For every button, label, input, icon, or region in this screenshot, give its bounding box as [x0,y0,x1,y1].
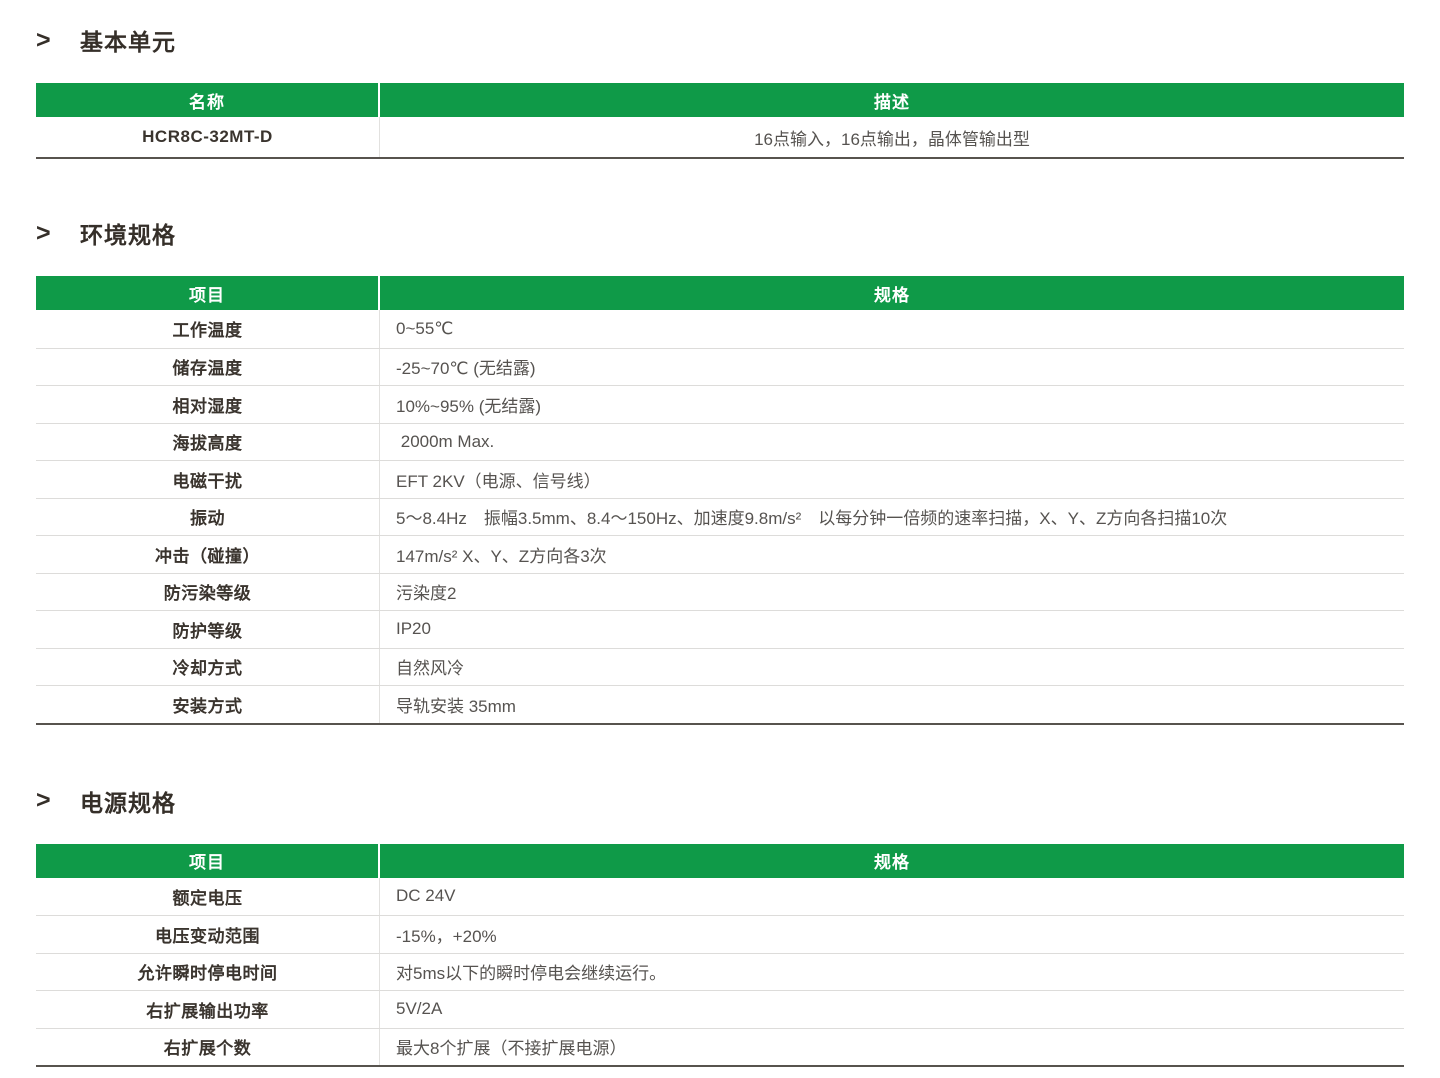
section-heading: 环境规格 [80,216,176,250]
spec-item-value: 10%~95% (无结露) [380,386,1404,423]
spec-item-value: 污染度2 [380,574,1404,611]
spec-item-label: 防护等级 [36,611,380,648]
table-header-row: 项目 规格 [36,276,1404,310]
table-row: 防污染等级 污染度2 [36,573,1404,611]
table-row: 相对湿度 10%~95% (无结露) [36,385,1404,423]
spec-item-value: 2000m Max. [380,424,1404,461]
column-header-name: 名称 [36,83,380,117]
column-header-item: 项目 [36,844,380,878]
section-title-environment-spec: > 环境规格 [36,217,1404,249]
spec-item-value: DC 24V [380,878,1404,916]
chevron-right-icon: > [36,26,80,55]
table-row: 储存温度 -25~70℃ (无结露) [36,348,1404,386]
chevron-right-icon: > [36,786,80,815]
spec-item-value: 对5ms以下的瞬时停电会继续运行。 [380,954,1404,991]
table-row: 振动 5～8.4Hz 振幅3.5mm、8.4～150Hz、加速度9.8m/s² … [36,498,1404,536]
spec-document-page: > 基本单元 名称 描述 HCR8C-32MT-D 16点输入，16点输出，晶体… [0,0,1440,1067]
model-name: HCR8C-32MT-D [36,117,380,157]
model-description: 16点输入，16点输出，晶体管输出型 [380,117,1404,157]
spec-item-label: 工作温度 [36,310,380,348]
table-row: 工作温度 0~55℃ [36,310,1404,348]
table-row: 允许瞬时停电时间 对5ms以下的瞬时停电会继续运行。 [36,953,1404,991]
spec-item-value: IP20 [380,611,1404,648]
spec-item-label: 相对湿度 [36,386,380,423]
table-row: 电压变动范围 -15%，+20% [36,915,1404,953]
column-header-item: 项目 [36,276,380,310]
spec-item-label: 储存温度 [36,349,380,386]
table-row: 安装方式 导轨安装 35mm [36,685,1404,723]
spec-item-label: 冷却方式 [36,649,380,686]
spec-item-value: -25~70℃ (无结露) [380,349,1404,386]
spec-item-label: 振动 [36,499,380,536]
spec-item-label: 右扩展输出功率 [36,991,380,1028]
table-row: 冷却方式 自然风冷 [36,648,1404,686]
spec-item-label: 额定电压 [36,878,380,916]
spec-item-value: 最大8个扩展（不接扩展电源） [380,1029,1404,1066]
section-title-power-spec: > 电源规格 [36,785,1404,817]
spec-item-value: 0~55℃ [380,310,1404,348]
environment-spec-table: 项目 规格 工作温度 0~55℃ 储存温度 -25~70℃ (无结露) 相对湿度… [36,276,1404,725]
column-header-spec: 规格 [380,276,1404,310]
spec-item-label: 防污染等级 [36,574,380,611]
spec-item-label: 电磁干扰 [36,461,380,498]
spec-item-value: 自然风冷 [380,649,1404,686]
table-header-row: 名称 描述 [36,83,1404,117]
spec-item-label: 冲击（碰撞） [36,536,380,573]
spec-item-label: 允许瞬时停电时间 [36,954,380,991]
spec-item-label: 电压变动范围 [36,916,380,953]
column-header-description: 描述 [380,83,1404,117]
spec-item-label: 右扩展个数 [36,1029,380,1066]
chevron-right-icon: > [36,219,80,248]
power-spec-table: 项目 规格 额定电压 DC 24V 电压变动范围 -15%，+20% 允许瞬时停… [36,844,1404,1068]
table-row: HCR8C-32MT-D 16点输入，16点输出，晶体管输出型 [36,117,1404,157]
table-row: 电磁干扰 EFT 2KV（电源、信号线） [36,460,1404,498]
section-heading: 电源规格 [80,784,176,818]
spec-item-value: -15%，+20% [380,916,1404,953]
table-header-row: 项目 规格 [36,844,1404,878]
table-row: 海拔高度 2000m Max. [36,423,1404,461]
section-heading: 基本单元 [80,23,176,57]
table-row: 右扩展个数 最大8个扩展（不接扩展电源） [36,1028,1404,1066]
spec-item-value: 5V/2A [380,991,1404,1028]
spec-item-value: 5～8.4Hz 振幅3.5mm、8.4～150Hz、加速度9.8m/s² 以每分… [380,499,1404,536]
table-row: 冲击（碰撞） 147m/s² X、Y、Z方向各3次 [36,535,1404,573]
spec-item-value: EFT 2KV（电源、信号线） [380,461,1404,498]
section-title-basic-unit: > 基本单元 [36,24,1404,56]
table-row: 右扩展输出功率 5V/2A [36,990,1404,1028]
table-row: 额定电压 DC 24V [36,878,1404,916]
table-row: 防护等级 IP20 [36,610,1404,648]
spec-item-value: 导轨安装 35mm [380,686,1404,723]
basic-unit-table: 名称 描述 HCR8C-32MT-D 16点输入，16点输出，晶体管输出型 [36,83,1404,159]
column-header-spec: 规格 [380,844,1404,878]
spec-item-label: 海拔高度 [36,424,380,461]
spec-item-label: 安装方式 [36,686,380,723]
spec-item-value: 147m/s² X、Y、Z方向各3次 [380,536,1404,573]
